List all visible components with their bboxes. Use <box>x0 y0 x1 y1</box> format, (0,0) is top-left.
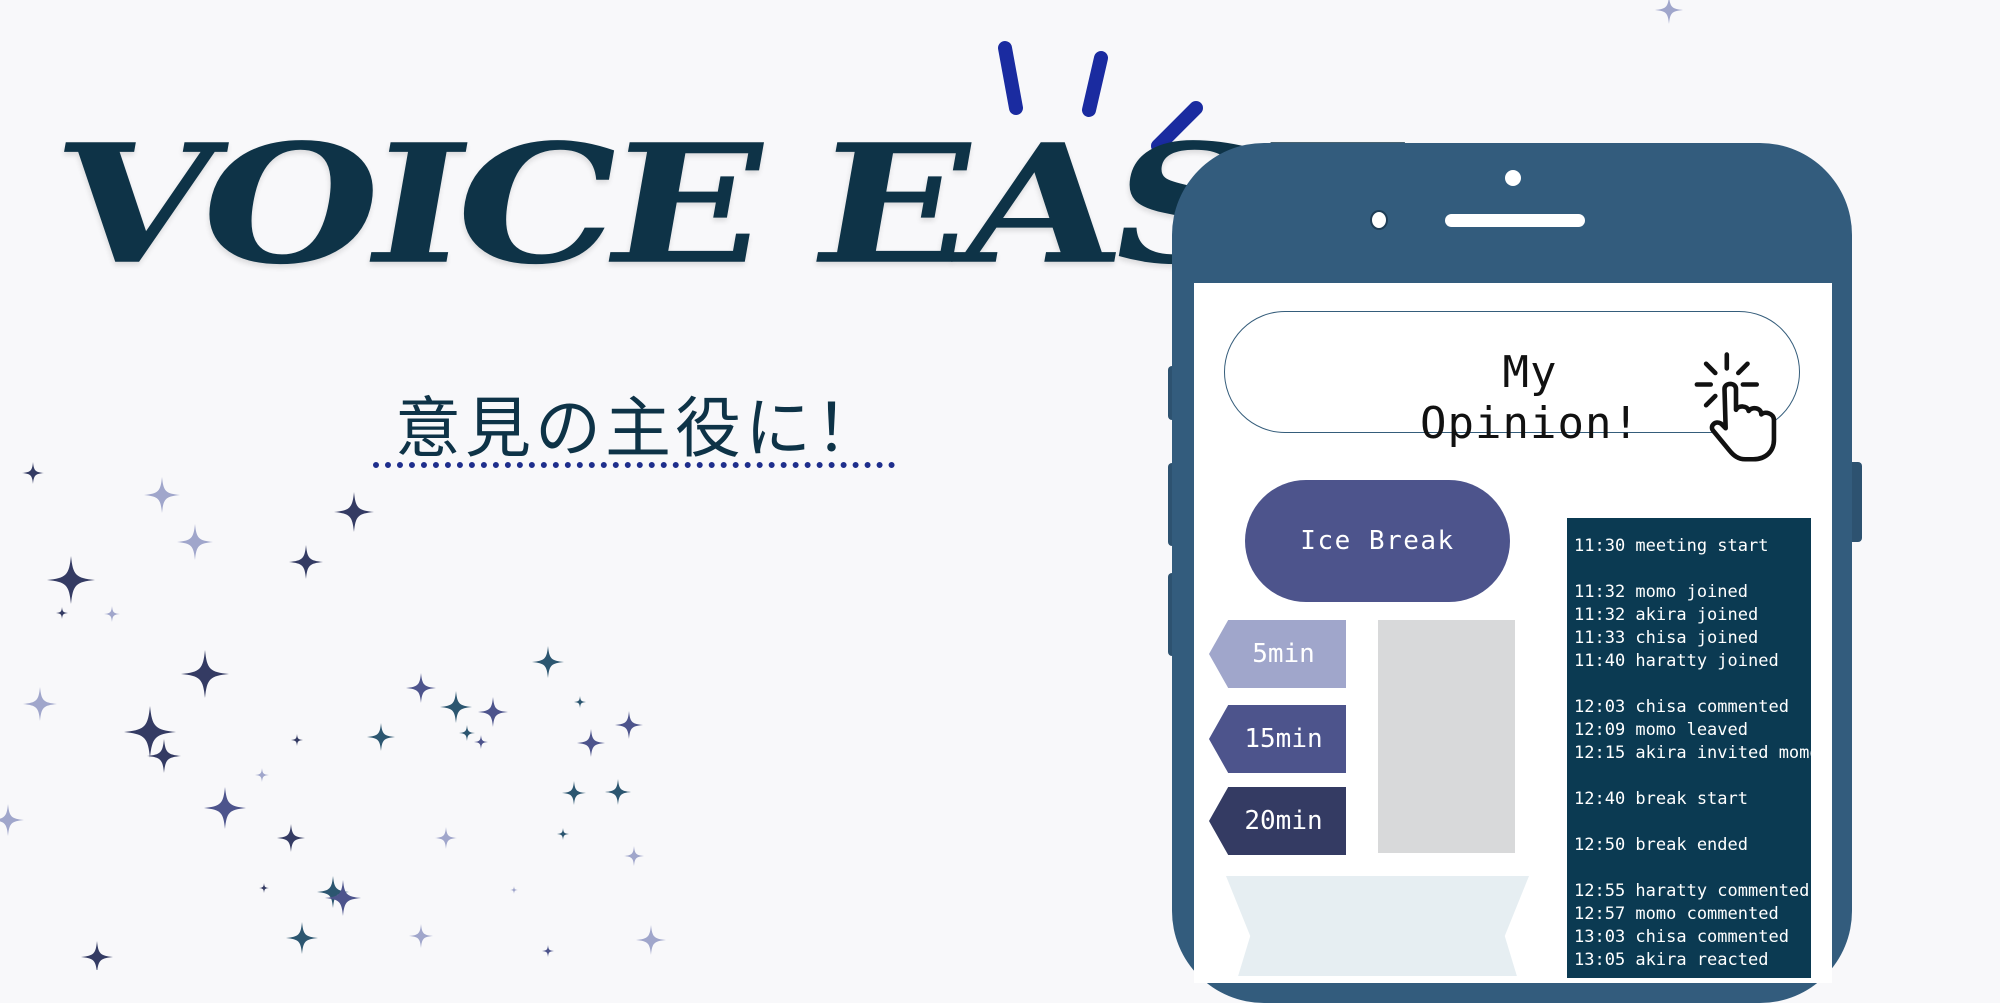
log-entry: 12:40 break start <box>1574 789 1748 809</box>
sparkle-icon <box>574 696 586 708</box>
log-entry: 12:50 break ended <box>1574 835 1748 855</box>
sparkle-icon <box>22 462 44 484</box>
sparkle-icon <box>636 925 666 955</box>
sparkle-icon <box>23 687 57 721</box>
tagline-underline <box>373 462 895 468</box>
sparkle-icon <box>435 827 457 849</box>
log-entry: 11:32 akira joined <box>1574 605 1759 625</box>
sparkle-icon <box>47 556 95 604</box>
sparkle-icon <box>181 650 229 698</box>
activity-log-panel[interactable]: 11:30 meeting start 11:32 momo joined 11… <box>1567 518 1811 978</box>
sparkle-icon <box>259 883 269 893</box>
sparkle-icon <box>367 723 395 751</box>
log-entry: 12:03 chisa commented <box>1574 697 1789 717</box>
sparkle-icon <box>532 646 564 678</box>
sparkle-icon <box>409 924 433 948</box>
sparkle-icon <box>56 607 68 619</box>
timer-display-panel <box>1378 620 1515 853</box>
sparkle-icon <box>474 735 488 749</box>
timer-5min-button[interactable]: 5min <box>1209 620 1346 688</box>
sparkle-icon <box>605 779 631 805</box>
sparkle-icon <box>289 545 323 579</box>
sparkle-icon <box>204 787 246 829</box>
sparkle-icon <box>542 945 554 957</box>
sparkle-icon <box>325 880 361 916</box>
phone-speaker <box>1445 214 1585 227</box>
ice-break-button[interactable]: Ice Break <box>1245 480 1510 602</box>
sparkle-icon <box>0 804 24 836</box>
log-entry: 13:05 akira reacted <box>1574 950 1769 970</box>
log-entry: 12:57 momo commented <box>1574 904 1779 924</box>
sparkle-icon <box>291 734 303 746</box>
sparkle-icon <box>334 492 374 532</box>
timer-20min-button[interactable]: 20min <box>1209 787 1346 855</box>
sparkle-icon <box>177 524 213 560</box>
log-entry: 11:30 meeting start <box>1574 536 1769 556</box>
timer-15min-button[interactable]: 15min <box>1209 705 1346 773</box>
sparkle-icon <box>124 706 176 758</box>
log-entry: 13:03 chisa commented <box>1574 927 1789 947</box>
bottom-banner-shape <box>1226 876 1529 976</box>
sparkle-icon <box>459 725 475 741</box>
sparkle-icon <box>624 846 644 866</box>
sparkle-icon <box>1655 0 1683 24</box>
sparkle-icon <box>577 729 605 757</box>
sparkle-icon <box>615 711 643 739</box>
sparkle-icon <box>81 941 113 970</box>
app-title: VOICE EASE <box>39 109 1414 301</box>
sparkle-icon <box>557 828 569 840</box>
sparkle-icon <box>478 697 508 727</box>
sparkle-icon <box>144 477 180 513</box>
sparkle-icon <box>104 606 120 622</box>
sparkle-icon <box>317 876 349 908</box>
phone-camera <box>1505 170 1521 186</box>
sparkle-icon <box>440 691 472 723</box>
tagline: 意見の主役に！ <box>395 390 885 467</box>
log-entry: 11:33 chisa joined <box>1574 628 1759 648</box>
sparkle-icon <box>406 673 436 703</box>
sparkle-icon <box>255 768 269 782</box>
log-entry: 12:55 haratty commented <box>1574 881 1810 901</box>
sparkle-icon <box>277 824 305 852</box>
sparkle-icon <box>510 886 518 894</box>
pointing-hand-tap-icon <box>1694 352 1777 462</box>
my-opinion-label: My Opinion! <box>1420 347 1640 449</box>
sparkle-icon <box>147 739 181 773</box>
log-entry: 11:40 haratty joined <box>1574 651 1779 671</box>
log-entry: 12:09 momo leaved <box>1574 720 1748 740</box>
log-entry: 12:15 akira invited momo <box>1574 743 1811 763</box>
sparkle-icon <box>286 922 318 954</box>
phone-sensor <box>1370 210 1388 230</box>
sparkle-icon <box>562 781 586 805</box>
log-entry: 11:32 momo joined <box>1574 582 1748 602</box>
